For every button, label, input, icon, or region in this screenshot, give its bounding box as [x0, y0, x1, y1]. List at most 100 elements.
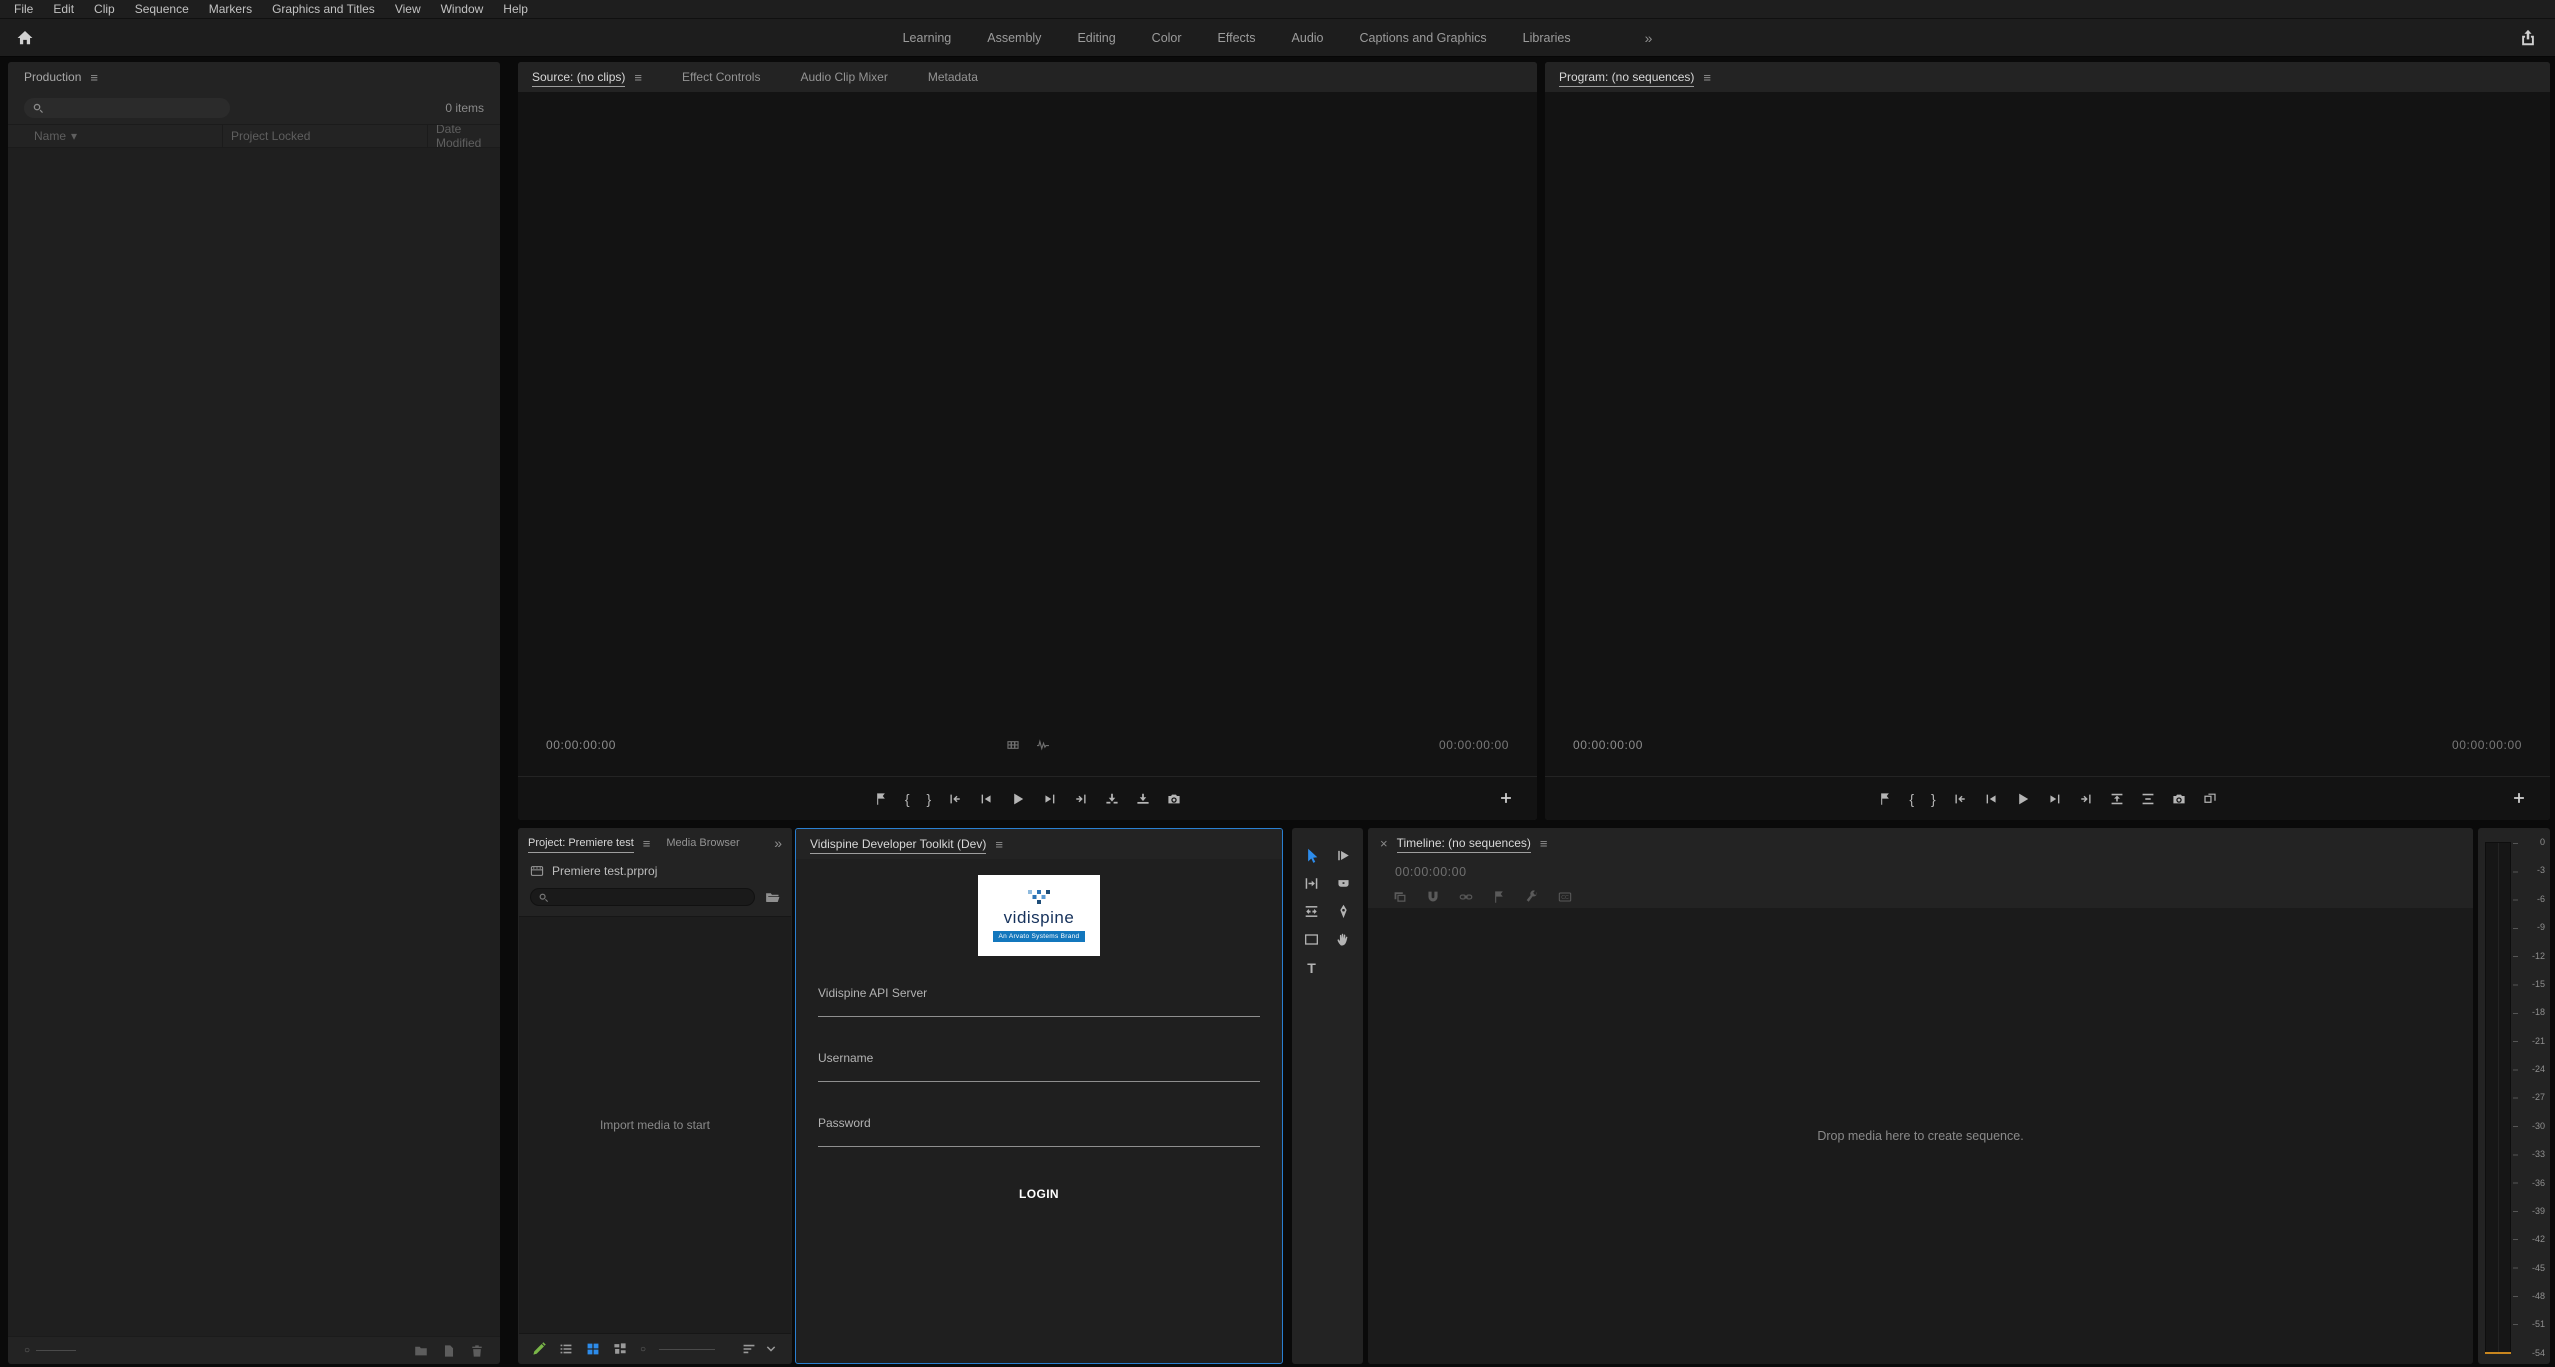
share-icon[interactable] — [2519, 29, 2537, 47]
panel-menu-icon[interactable]: ≡ — [1703, 70, 1711, 85]
type-tool-button[interactable]: T — [1296, 954, 1328, 981]
menu-item[interactable]: Clip — [84, 2, 125, 16]
comparison-view-button[interactable] — [2203, 792, 2217, 806]
step-forward-button[interactable] — [1043, 792, 1057, 806]
chevron-down-icon[interactable] — [764, 1342, 778, 1356]
drag-video-only-icon[interactable] — [1006, 738, 1020, 752]
export-frame-button[interactable] — [2172, 792, 2186, 806]
new-item-button[interactable] — [442, 1344, 456, 1358]
tab-production[interactable]: Production — [24, 62, 81, 92]
zoom-slider-knob[interactable]: ○ — [640, 1344, 646, 1355]
tab-program[interactable]: Program: (no sequences) — [1559, 62, 1694, 92]
workspace-tab[interactable]: Captions and Graphics — [1360, 31, 1487, 45]
menu-item[interactable]: Markers — [199, 2, 262, 16]
linked-selection-button[interactable] — [1459, 890, 1473, 904]
menu-item[interactable]: Help — [493, 2, 538, 16]
home-button[interactable] — [16, 29, 34, 47]
drag-audio-only-icon[interactable] — [1036, 738, 1050, 752]
source-scrub-bar[interactable] — [518, 758, 1537, 776]
go-to-out-button[interactable] — [2079, 792, 2093, 806]
column-header-name[interactable]: Name▾ — [8, 125, 223, 147]
zoom-slider[interactable] — [659, 1349, 715, 1350]
column-header-project-locked[interactable]: Project Locked — [223, 125, 428, 147]
go-to-in-button[interactable] — [1953, 792, 1967, 806]
menu-item[interactable]: File — [4, 2, 43, 16]
add-marker-button[interactable] — [874, 792, 888, 806]
button-editor-button[interactable] — [2512, 791, 2528, 807]
mark-out-button[interactable]: } — [1931, 792, 1936, 806]
ripple-edit-tool-button[interactable] — [1296, 870, 1328, 897]
tab-vidispine-toolkit[interactable]: Vidispine Developer Toolkit (Dev) — [810, 829, 986, 859]
new-bin-button[interactable] — [414, 1344, 428, 1358]
freeform-view-button[interactable] — [613, 1342, 627, 1356]
captions-button[interactable] — [1558, 890, 1572, 904]
search-bin-button[interactable] — [765, 890, 780, 905]
tab-project[interactable]: Project: Premiere test — [528, 828, 634, 858]
extract-button[interactable] — [2141, 792, 2155, 806]
panel-menu-icon[interactable]: ≡ — [643, 836, 651, 851]
snap-button[interactable] — [1426, 890, 1440, 904]
production-list[interactable] — [8, 148, 500, 1336]
panel-menu-icon[interactable]: ≡ — [634, 70, 642, 85]
mark-out-button[interactable]: } — [927, 792, 932, 806]
writable-indicator-icon[interactable] — [532, 1342, 546, 1356]
step-back-button[interactable] — [979, 792, 993, 806]
list-view-button[interactable] — [559, 1342, 573, 1356]
panel-menu-icon[interactable]: ≡ — [1540, 836, 1548, 851]
login-button[interactable]: LOGIN — [1019, 1187, 1059, 1201]
tab-source[interactable]: Source: (no clips) — [532, 62, 625, 92]
go-to-out-button[interactable] — [1074, 792, 1088, 806]
delete-button[interactable] — [470, 1344, 484, 1358]
workspace-tab[interactable]: Libraries — [1523, 31, 1571, 45]
play-button[interactable] — [2015, 791, 2031, 807]
workspace-overflow-button[interactable]: » — [1645, 30, 1653, 46]
tab-media-browser[interactable]: Media Browser — [666, 828, 739, 858]
panel-options-button[interactable] — [742, 1342, 756, 1356]
timeline-timecode[interactable]: 00:00:00:00 — [1395, 865, 1467, 879]
api-server-field[interactable] — [818, 1000, 1260, 1017]
add-marker-button[interactable] — [1492, 890, 1506, 904]
workspace-tab[interactable]: Audio — [1292, 31, 1324, 45]
project-media-list[interactable]: Import media to start — [519, 916, 791, 1334]
workspace-tab[interactable]: Learning — [903, 31, 952, 45]
lift-button[interactable] — [2110, 792, 2124, 806]
password-field[interactable] — [818, 1130, 1260, 1147]
export-frame-button[interactable] — [1167, 792, 1181, 806]
menu-item[interactable]: Graphics and Titles — [262, 2, 385, 16]
play-button[interactable] — [1010, 791, 1026, 807]
tab-effect-controls[interactable]: Effect Controls — [682, 62, 760, 92]
step-back-button[interactable] — [1984, 792, 1998, 806]
project-file-item[interactable]: Premiere test.prproj — [518, 858, 792, 884]
track-select-forward-tool-button[interactable] — [1328, 842, 1360, 869]
workspace-tab[interactable]: Editing — [1077, 31, 1115, 45]
menu-item[interactable]: View — [385, 2, 431, 16]
razor-tool-button[interactable] — [1328, 870, 1360, 897]
tab-timeline[interactable]: Timeline: (no sequences) — [1397, 828, 1531, 858]
source-timecode-current[interactable]: 00:00:00:00 — [546, 738, 616, 752]
menu-item[interactable]: Edit — [43, 2, 84, 16]
zoom-slider[interactable] — [36, 1350, 76, 1351]
close-icon[interactable]: × — [1380, 836, 1388, 851]
panel-menu-icon[interactable]: ≡ — [90, 70, 98, 85]
workspace-tab[interactable]: Effects — [1218, 31, 1256, 45]
menu-item[interactable]: Window — [431, 2, 494, 16]
overwrite-button[interactable] — [1136, 792, 1150, 806]
go-to-in-button[interactable] — [948, 792, 962, 806]
timeline-drop-zone[interactable]: Drop media here to create sequence. — [1368, 908, 2473, 1364]
selection-tool-button[interactable] — [1296, 842, 1328, 869]
program-scrub-bar[interactable] — [1545, 758, 2550, 776]
rectangle-tool-button[interactable] — [1296, 926, 1328, 953]
tab-audio-clip-mixer[interactable]: Audio Clip Mixer — [800, 62, 887, 92]
icon-view-button[interactable] — [586, 1342, 600, 1356]
mark-in-button[interactable]: { — [1909, 792, 1914, 806]
project-search-input[interactable] — [554, 891, 747, 903]
add-marker-button[interactable] — [1878, 792, 1892, 806]
tab-metadata[interactable]: Metadata — [928, 62, 978, 92]
timeline-settings-button[interactable] — [1525, 890, 1539, 904]
step-forward-button[interactable] — [2048, 792, 2062, 806]
button-editor-button[interactable] — [1499, 791, 1515, 807]
workspace-tab[interactable]: Assembly — [987, 31, 1041, 45]
panel-menu-icon[interactable]: ≡ — [995, 837, 1003, 852]
pen-tool-button[interactable] — [1328, 898, 1360, 925]
slip-tool-button[interactable] — [1296, 898, 1328, 925]
